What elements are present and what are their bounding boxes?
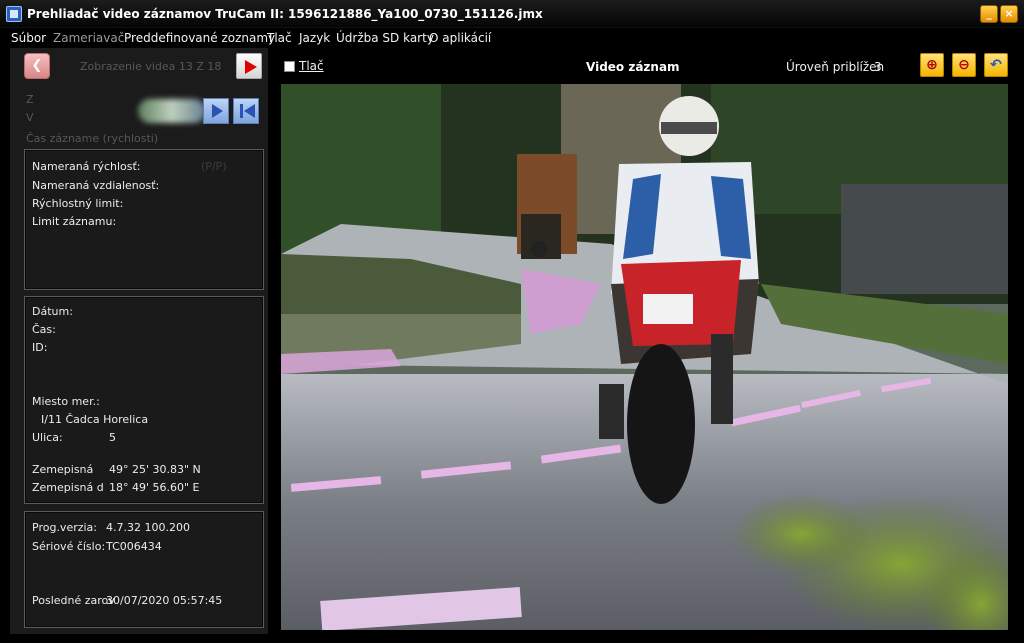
zoom-level-label: Úroveň priblížen	[786, 60, 885, 74]
menu-about[interactable]: O aplikácií	[429, 31, 491, 45]
info-panel: ❮ Zobrazenie videa 13 Z 18 Z V Čas zázna…	[10, 48, 268, 634]
menu-predefined-lists[interactable]: Preddefinované zoznamy	[124, 31, 275, 45]
speed-value: (P/P)	[201, 160, 227, 173]
print-checkbox-label[interactable]: Tlač	[299, 59, 324, 73]
device-box: Prog.verzia: 4.7.32 100.200 Sériové čísl…	[24, 511, 264, 628]
last-sync-value: 30/07/2020 05:57:45	[106, 594, 223, 607]
app-icon	[6, 6, 22, 22]
time-label: Čas:	[32, 323, 56, 336]
window-title: Prehliadač video záznamov TruCam II: 159…	[27, 7, 543, 21]
zoom-in-button[interactable]: ⊕	[920, 53, 944, 77]
zoom-in-icon: ⊕	[926, 57, 938, 73]
faded-label-2: V	[26, 111, 34, 124]
video-image	[281, 84, 1008, 630]
id-label: ID:	[32, 341, 48, 354]
close-button[interactable]: ×	[1000, 5, 1018, 23]
back-button[interactable]: ❮	[24, 53, 50, 79]
menu-bar: Súbor Zameriavač Preddefinované zoznamy …	[0, 28, 1024, 48]
measurement-box: Nameraná rýchlosť: (P/P) Nameraná vzdial…	[24, 149, 264, 290]
faded-label-3: Čas zázname (rychlosti)	[26, 132, 159, 145]
speed-limit-label: Rýchlostný limit:	[32, 197, 124, 210]
serial-value: TC006434	[106, 540, 162, 553]
video-toolbar: Tlač Video záznam Úroveň priblížen 3 ⊕ ⊖…	[268, 48, 1014, 84]
undo-button[interactable]: ↶	[984, 53, 1008, 77]
menu-language[interactable]: Jazyk	[299, 31, 330, 45]
menu-sd-card[interactable]: Údržba SD karty	[336, 31, 434, 45]
prog-version-value: 4.7.32 100.200	[106, 521, 190, 534]
skip-first-button[interactable]	[233, 98, 259, 124]
longitude-label: Zemepisná d	[32, 481, 104, 494]
serial-label: Sériové číslo:	[32, 540, 106, 553]
street-label: Ulica:	[32, 431, 63, 444]
close-icon: ×	[1004, 7, 1014, 20]
video-counter: Zobrazenie videa 13 Z 18	[80, 60, 222, 73]
forward-button[interactable]	[203, 98, 229, 124]
menu-print[interactable]: Tlač	[267, 31, 292, 45]
speed-label: Nameraná rýchlosť:	[32, 160, 141, 173]
date-label: Dátum:	[32, 305, 73, 318]
latitude-value: 49° 25' 30.83" N	[109, 463, 201, 476]
menu-aiming[interactable]: Zameriavač	[53, 31, 124, 45]
longitude-value: 18° 49' 56.60" E	[109, 481, 200, 494]
print-checkbox[interactable]	[284, 61, 295, 72]
zoom-level-value: 3	[874, 60, 882, 74]
play-button[interactable]	[236, 53, 262, 79]
location-value: I/11 Čadca Horelica	[41, 413, 149, 426]
video-title: Video záznam	[586, 60, 680, 74]
last-sync-label: Posledné zarov	[32, 594, 115, 607]
title-bar: Prehliadač video záznamov TruCam II: 159…	[0, 0, 1024, 28]
latitude-label: Zemepisná	[32, 463, 94, 476]
back-icon: ❮	[31, 58, 43, 73]
minimize-button[interactable]: _	[980, 5, 998, 23]
location-label: Miesto mer.:	[32, 395, 100, 408]
zoom-out-button[interactable]: ⊖	[952, 53, 976, 77]
playback-slider[interactable]	[138, 99, 206, 123]
record-limit-label: Limit záznamu:	[32, 215, 117, 228]
minimize-icon: _	[986, 7, 992, 20]
menu-file[interactable]: Súbor	[11, 31, 46, 45]
distance-label: Nameraná vzdialenosť:	[32, 179, 160, 192]
street-value: 5	[109, 431, 116, 444]
zoom-out-icon: ⊖	[958, 57, 970, 73]
undo-icon: ↶	[990, 57, 1002, 73]
video-frame[interactable]	[281, 84, 1008, 630]
record-box: Dátum: Čas: ID: Miesto mer.: I/11 Čadca …	[24, 296, 264, 504]
faded-label-1: Z	[26, 93, 34, 106]
prog-version-label: Prog.verzia:	[32, 521, 98, 534]
